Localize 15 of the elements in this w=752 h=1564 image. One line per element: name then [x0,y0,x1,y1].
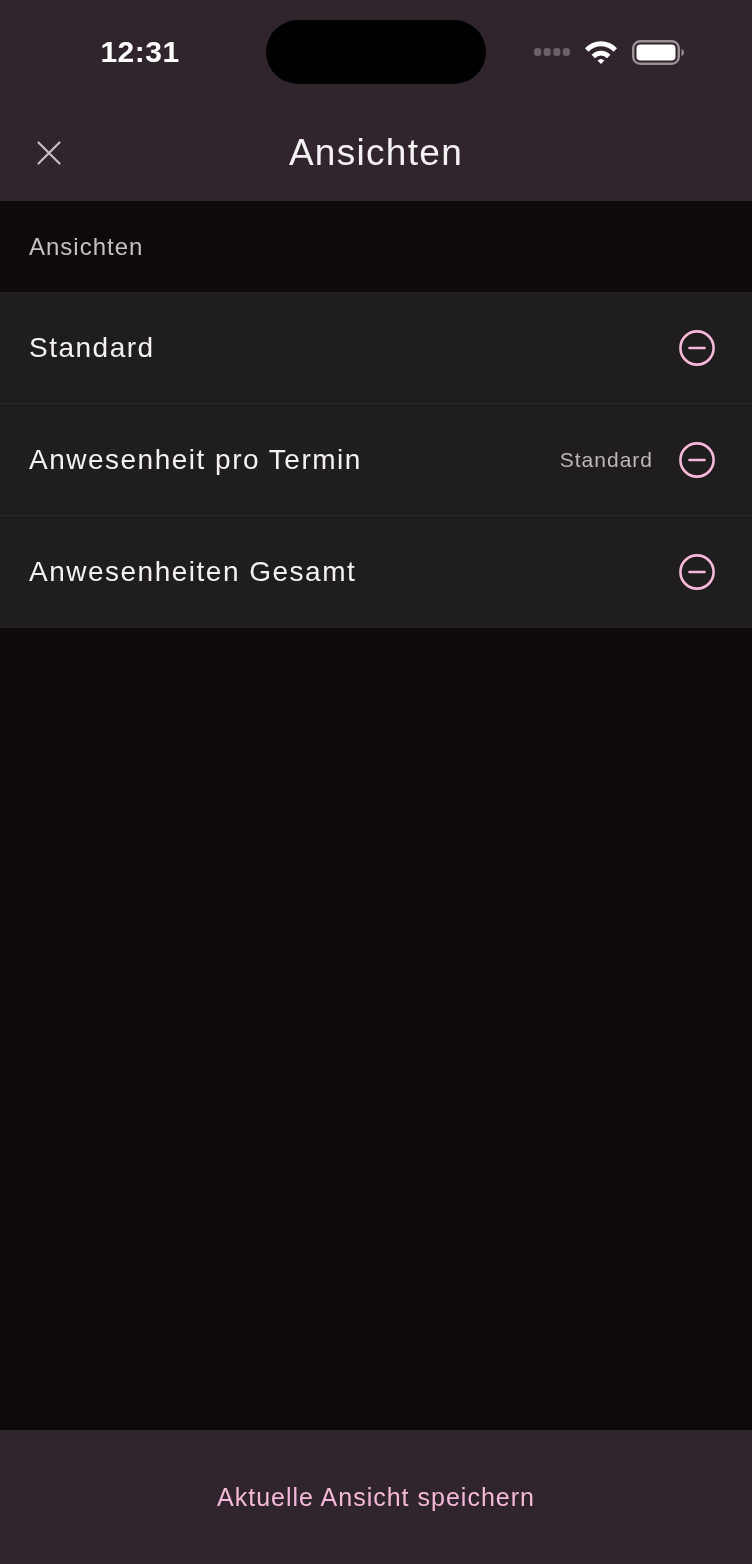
close-icon[interactable] [37,140,61,165]
wifi-icon [584,40,618,64]
screen-title: Ansichten [288,131,464,174]
minus-circle-icon[interactable] [679,554,715,590]
minus-circle-icon[interactable] [679,329,715,366]
section-header: Ansichten [29,232,144,261]
signal-dots-icon [534,48,570,56]
view-name: Anwesenheit pro Termin [29,443,363,476]
default-label: Standard [559,447,653,472]
save-view-button[interactable]: Aktuelle Ansicht speichern [211,1478,541,1516]
battery-icon [632,39,684,65]
view-name: Standard [29,331,156,364]
status-time: 12:31 [99,35,180,69]
view-name: Anwesenheiten Gesamt [29,556,358,588]
minus-circle-icon[interactable] [679,441,715,478]
